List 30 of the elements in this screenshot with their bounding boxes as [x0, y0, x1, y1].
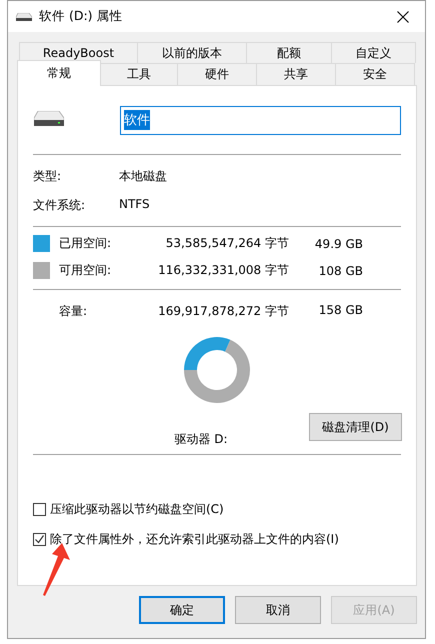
capacity-label: 容量:: [59, 303, 88, 320]
drive-icon: [34, 111, 64, 126]
dialog-button[interactable]: 确定: [139, 596, 225, 624]
byte-count: 169,917,878,272 字节: [157, 303, 289, 320]
size-value: 158 GB: [318, 303, 363, 319]
drive-label: 驱动器 D:: [173, 431, 229, 448]
tab[interactable]: 安全: [335, 63, 415, 85]
close-icon: [397, 10, 409, 22]
field-value: NTFS: [119, 197, 151, 213]
byte-count: 53,585,547,264 字节: [164, 235, 289, 252]
checkbox[interactable]: [33, 533, 46, 546]
drive-icon: [16, 12, 32, 20]
checkbox-label: 除了文件属性外，还允许索引此驱动器上文件的内容(I): [50, 531, 339, 548]
space-label: 可用空间:: [59, 262, 112, 279]
byte-count: 116,332,331,008 字节: [157, 262, 289, 279]
field-label: 文件系统:: [33, 197, 86, 214]
disk-cleanup-button[interactable]: 磁盘清理(D): [309, 413, 402, 441]
window-title: 软件 (D:) 属性: [39, 8, 124, 25]
field-value: 本地磁盘: [119, 168, 168, 185]
arrow-annotation: [42, 543, 70, 596]
field-label: 类型:: [33, 168, 62, 185]
dialog-button[interactable]: 取消: [235, 596, 321, 624]
tab[interactable]: 自定义: [331, 42, 416, 63]
drive-name-field[interactable]: 软件: [120, 106, 401, 134]
tab[interactable]: 常规: [17, 60, 101, 86]
checkbox[interactable]: [33, 503, 46, 516]
checkbox-label: 压缩此驱动器以节约磁盘空间(C): [50, 501, 224, 518]
size-value: 49.9 GB: [314, 236, 363, 250]
size-value: 108 GB: [318, 264, 363, 278]
space-label: 已用空间:: [59, 235, 112, 252]
